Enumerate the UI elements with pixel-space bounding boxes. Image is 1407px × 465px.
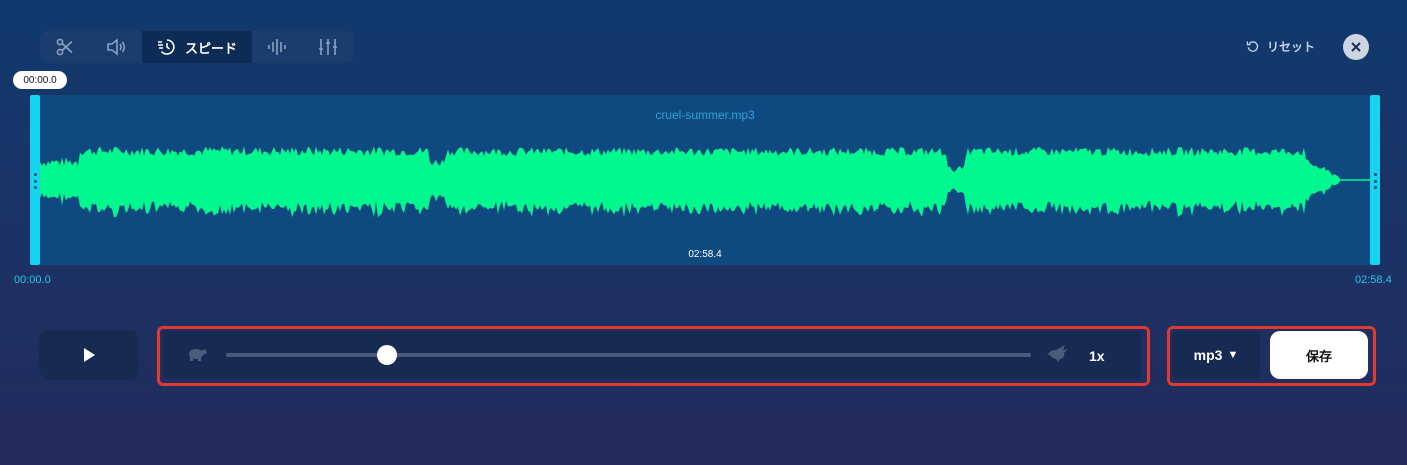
close-button[interactable] bbox=[1343, 34, 1369, 60]
speed-icon bbox=[157, 39, 175, 55]
reset-button[interactable]: リセット bbox=[1246, 38, 1315, 55]
rabbit-icon bbox=[1047, 345, 1068, 362]
waveform-shape bbox=[40, 146, 1340, 218]
selection-duration: 02:58.4 bbox=[688, 249, 722, 260]
edit-toolbar: スピード bbox=[40, 31, 354, 63]
waveform-icon bbox=[268, 39, 286, 55]
trim-end-handle[interactable] bbox=[1370, 95, 1380, 265]
speed-value: 1x bbox=[1089, 348, 1105, 364]
undo-icon bbox=[1246, 41, 1259, 52]
speed-slider-track[interactable] bbox=[226, 353, 1031, 357]
speed-tool-button[interactable]: スピード bbox=[142, 31, 252, 63]
equalizer-icon bbox=[319, 39, 337, 55]
volume-tool-button[interactable] bbox=[90, 31, 142, 63]
format-dropdown[interactable]: mp3 ▼ bbox=[1172, 331, 1260, 379]
speed-tool-label: スピード bbox=[184, 40, 237, 56]
equalizer-tool-button[interactable] bbox=[302, 31, 354, 63]
start-time-label: 00:00.0 bbox=[14, 274, 51, 286]
play-icon bbox=[84, 348, 95, 362]
play-button[interactable] bbox=[39, 330, 139, 380]
dropdown-arrow-icon: ▼ bbox=[1227, 349, 1239, 361]
file-name: cruel-summer.mp3 bbox=[655, 108, 755, 122]
save-button[interactable]: 保存 bbox=[1270, 331, 1368, 379]
close-icon bbox=[1351, 42, 1361, 52]
waveform-tool-button[interactable] bbox=[252, 31, 302, 63]
end-time-label: 02:58.4 bbox=[1355, 274, 1392, 286]
speed-slider-thumb[interactable] bbox=[377, 345, 397, 365]
reset-label: リセット bbox=[1267, 40, 1316, 54]
format-value: mp3 bbox=[1193, 347, 1223, 363]
volume-icon bbox=[107, 38, 126, 56]
cut-tool-button[interactable] bbox=[40, 31, 90, 63]
trim-start-handle[interactable] bbox=[30, 95, 40, 265]
turtle-icon bbox=[189, 349, 207, 361]
scissors-icon bbox=[56, 38, 73, 56]
start-time-tooltip: 00:00.0 bbox=[13, 71, 67, 89]
